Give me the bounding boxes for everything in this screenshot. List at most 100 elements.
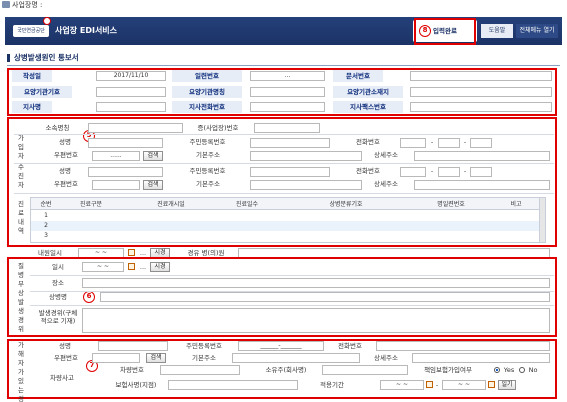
divider <box>14 163 554 164</box>
branch-phone-input[interactable] <box>250 102 325 112</box>
liability-no-radio[interactable] <box>519 367 525 373</box>
biz-no-input[interactable] <box>254 123 320 133</box>
help-button[interactable]: 도움말 <box>481 24 513 38</box>
subscriber-detail-addr-label: 상세주소 <box>374 151 398 159</box>
offender-zip-search-button[interactable]: 검색 <box>146 353 166 363</box>
subscriber-name-label: 성명 <box>59 138 71 146</box>
offender-name-label: 성명 <box>59 342 71 350</box>
period-date-button[interactable]: 일기 <box>498 380 516 390</box>
offender-rrn-input[interactable]: ______-_______ <box>238 341 324 351</box>
receiver-rrn-label: 주민등록번호 <box>189 167 226 175</box>
subscriber-rrn-label: 주민등록번호 <box>189 138 226 146</box>
receiver-phone-2[interactable] <box>438 167 460 177</box>
period-end-input[interactable]: ~ ~ <box>442 380 486 390</box>
serial-input[interactable]: ... <box>250 71 325 81</box>
offender-phone-input[interactable] <box>376 341 550 351</box>
offender-name-input[interactable] <box>98 341 168 351</box>
subscriber-addr-label: 기본주소 <box>196 151 220 159</box>
open-all-menu-button[interactable]: 전체메뉴 열기 <box>516 24 558 38</box>
office-name-input[interactable] <box>88 123 183 133</box>
subscriber-rrn-input[interactable] <box>250 138 330 148</box>
table-row[interactable]: 1 <box>31 211 539 221</box>
branch-fax-input[interactable] <box>410 102 552 112</box>
calendar-icon[interactable] <box>426 381 433 388</box>
period-start-input[interactable]: ~ ~ <box>380 380 424 390</box>
subscriber-phone-2[interactable] <box>438 138 460 148</box>
doc-no-input[interactable] <box>410 71 552 81</box>
calendar-icon[interactable] <box>128 263 135 270</box>
biz-no-label: 증(사업장)번호 <box>197 124 239 132</box>
logo[interactable]: 국민연금공단 <box>13 25 49 37</box>
offender-detail-addr-input[interactable] <box>412 353 550 363</box>
receiver-zip-input[interactable] <box>92 180 140 190</box>
doc-no-label: 문서번호 <box>333 70 383 82</box>
disease-name-input[interactable] <box>100 292 550 302</box>
liability-no-label: No <box>528 366 538 374</box>
place-label: 장소 <box>52 279 64 287</box>
dash: - <box>430 167 434 175</box>
occurrence-ellipsis: ... <box>139 263 147 271</box>
calendar-icon[interactable] <box>128 249 135 256</box>
offender-rrn-label: 주민등록번호 <box>186 342 222 350</box>
occurrence-date-input[interactable]: ~ ~ <box>82 262 124 272</box>
table-header: 순번 진료구분 진료개시일 진료일수 상병분류기호 명일련번호 비고 <box>31 198 545 210</box>
care-code-input[interactable] <box>96 87 166 97</box>
offender-addr-input[interactable] <box>232 353 360 363</box>
calendar-icon[interactable] <box>488 381 495 388</box>
business-name-label: 사업장명 : <box>12 1 43 9</box>
receiver-phone-1[interactable] <box>400 167 426 177</box>
disease-name-label: 상병명 <box>49 293 67 301</box>
liability-yes-radio[interactable] <box>494 367 500 373</box>
insurer-input[interactable] <box>168 380 298 390</box>
offender-side-label: 가해자가있는경우 <box>18 341 24 402</box>
care-address-input[interactable] <box>410 87 552 97</box>
receiver-phone-label: 전화번호 <box>356 167 380 175</box>
subscriber-zip-label: 우편번호 <box>54 151 78 159</box>
title-divider <box>7 65 560 66</box>
table-row[interactable]: 3 <box>31 231 539 241</box>
owner-input[interactable] <box>322 365 408 375</box>
subscriber-addr-input[interactable] <box>250 151 362 161</box>
occurrence-time-button[interactable]: 시경 <box>150 262 170 272</box>
car-no-input[interactable] <box>160 365 240 375</box>
place-input[interactable] <box>82 278 550 288</box>
subscriber-zip-search-button[interactable]: 검색 <box>143 151 163 161</box>
offender-addr-label: 기본주소 <box>192 354 216 362</box>
receiver-phone-3[interactable] <box>470 167 492 177</box>
cause-textarea[interactable] <box>82 308 550 333</box>
offender-phone-label: 전화번호 <box>338 342 362 350</box>
receiver-detail-addr-label: 상세주소 <box>374 180 398 188</box>
page-top-bar: 사업장명 : <box>0 0 567 10</box>
subscriber-zip-input[interactable]: ...... <box>92 151 140 161</box>
occurrence-date-label: 일시 <box>52 263 64 271</box>
write-date-input[interactable]: 2017/11/10 <box>96 71 166 81</box>
branch-name-input[interactable] <box>96 102 166 112</box>
subscriber-phone-3[interactable] <box>470 138 492 148</box>
receiver-detail-addr-input[interactable] <box>414 180 550 190</box>
period-tilde: - <box>435 381 439 389</box>
receiver-rrn-input[interactable] <box>250 167 330 177</box>
care-address-label: 요양기관소재지 <box>333 86 403 98</box>
care-name-label: 요양기관명칭 <box>172 86 242 98</box>
write-date-label: 작성일 <box>12 70 52 82</box>
period-label: 적용기간 <box>320 381 344 389</box>
table-row[interactable]: 2 <box>31 221 539 231</box>
column-header: 순번 <box>40 201 52 208</box>
receiver-addr-label: 기본주소 <box>196 180 220 188</box>
subscriber-detail-addr-input[interactable] <box>414 151 550 161</box>
subscriber-name-input[interactable] <box>88 138 163 148</box>
column-header: 비고 <box>510 201 522 208</box>
receiver-name-input[interactable] <box>88 167 163 177</box>
medical-side-label: 진료내역 <box>18 200 24 235</box>
table-scrollbar[interactable] <box>539 198 545 242</box>
care-name-input[interactable] <box>250 87 325 97</box>
marker-6: 6 <box>83 291 95 303</box>
receiver-addr-input[interactable] <box>250 180 362 190</box>
serial-label: 일련번호 <box>172 70 242 82</box>
subscriber-phone-1[interactable] <box>400 138 426 148</box>
car-no-label: 차량번호 <box>120 366 144 374</box>
offender-zip-input[interactable] <box>92 353 140 363</box>
offender-zip-label: 우편번호 <box>54 354 78 362</box>
receiver-zip-search-button[interactable]: 검색 <box>143 180 163 190</box>
marker-logo <box>43 17 51 25</box>
